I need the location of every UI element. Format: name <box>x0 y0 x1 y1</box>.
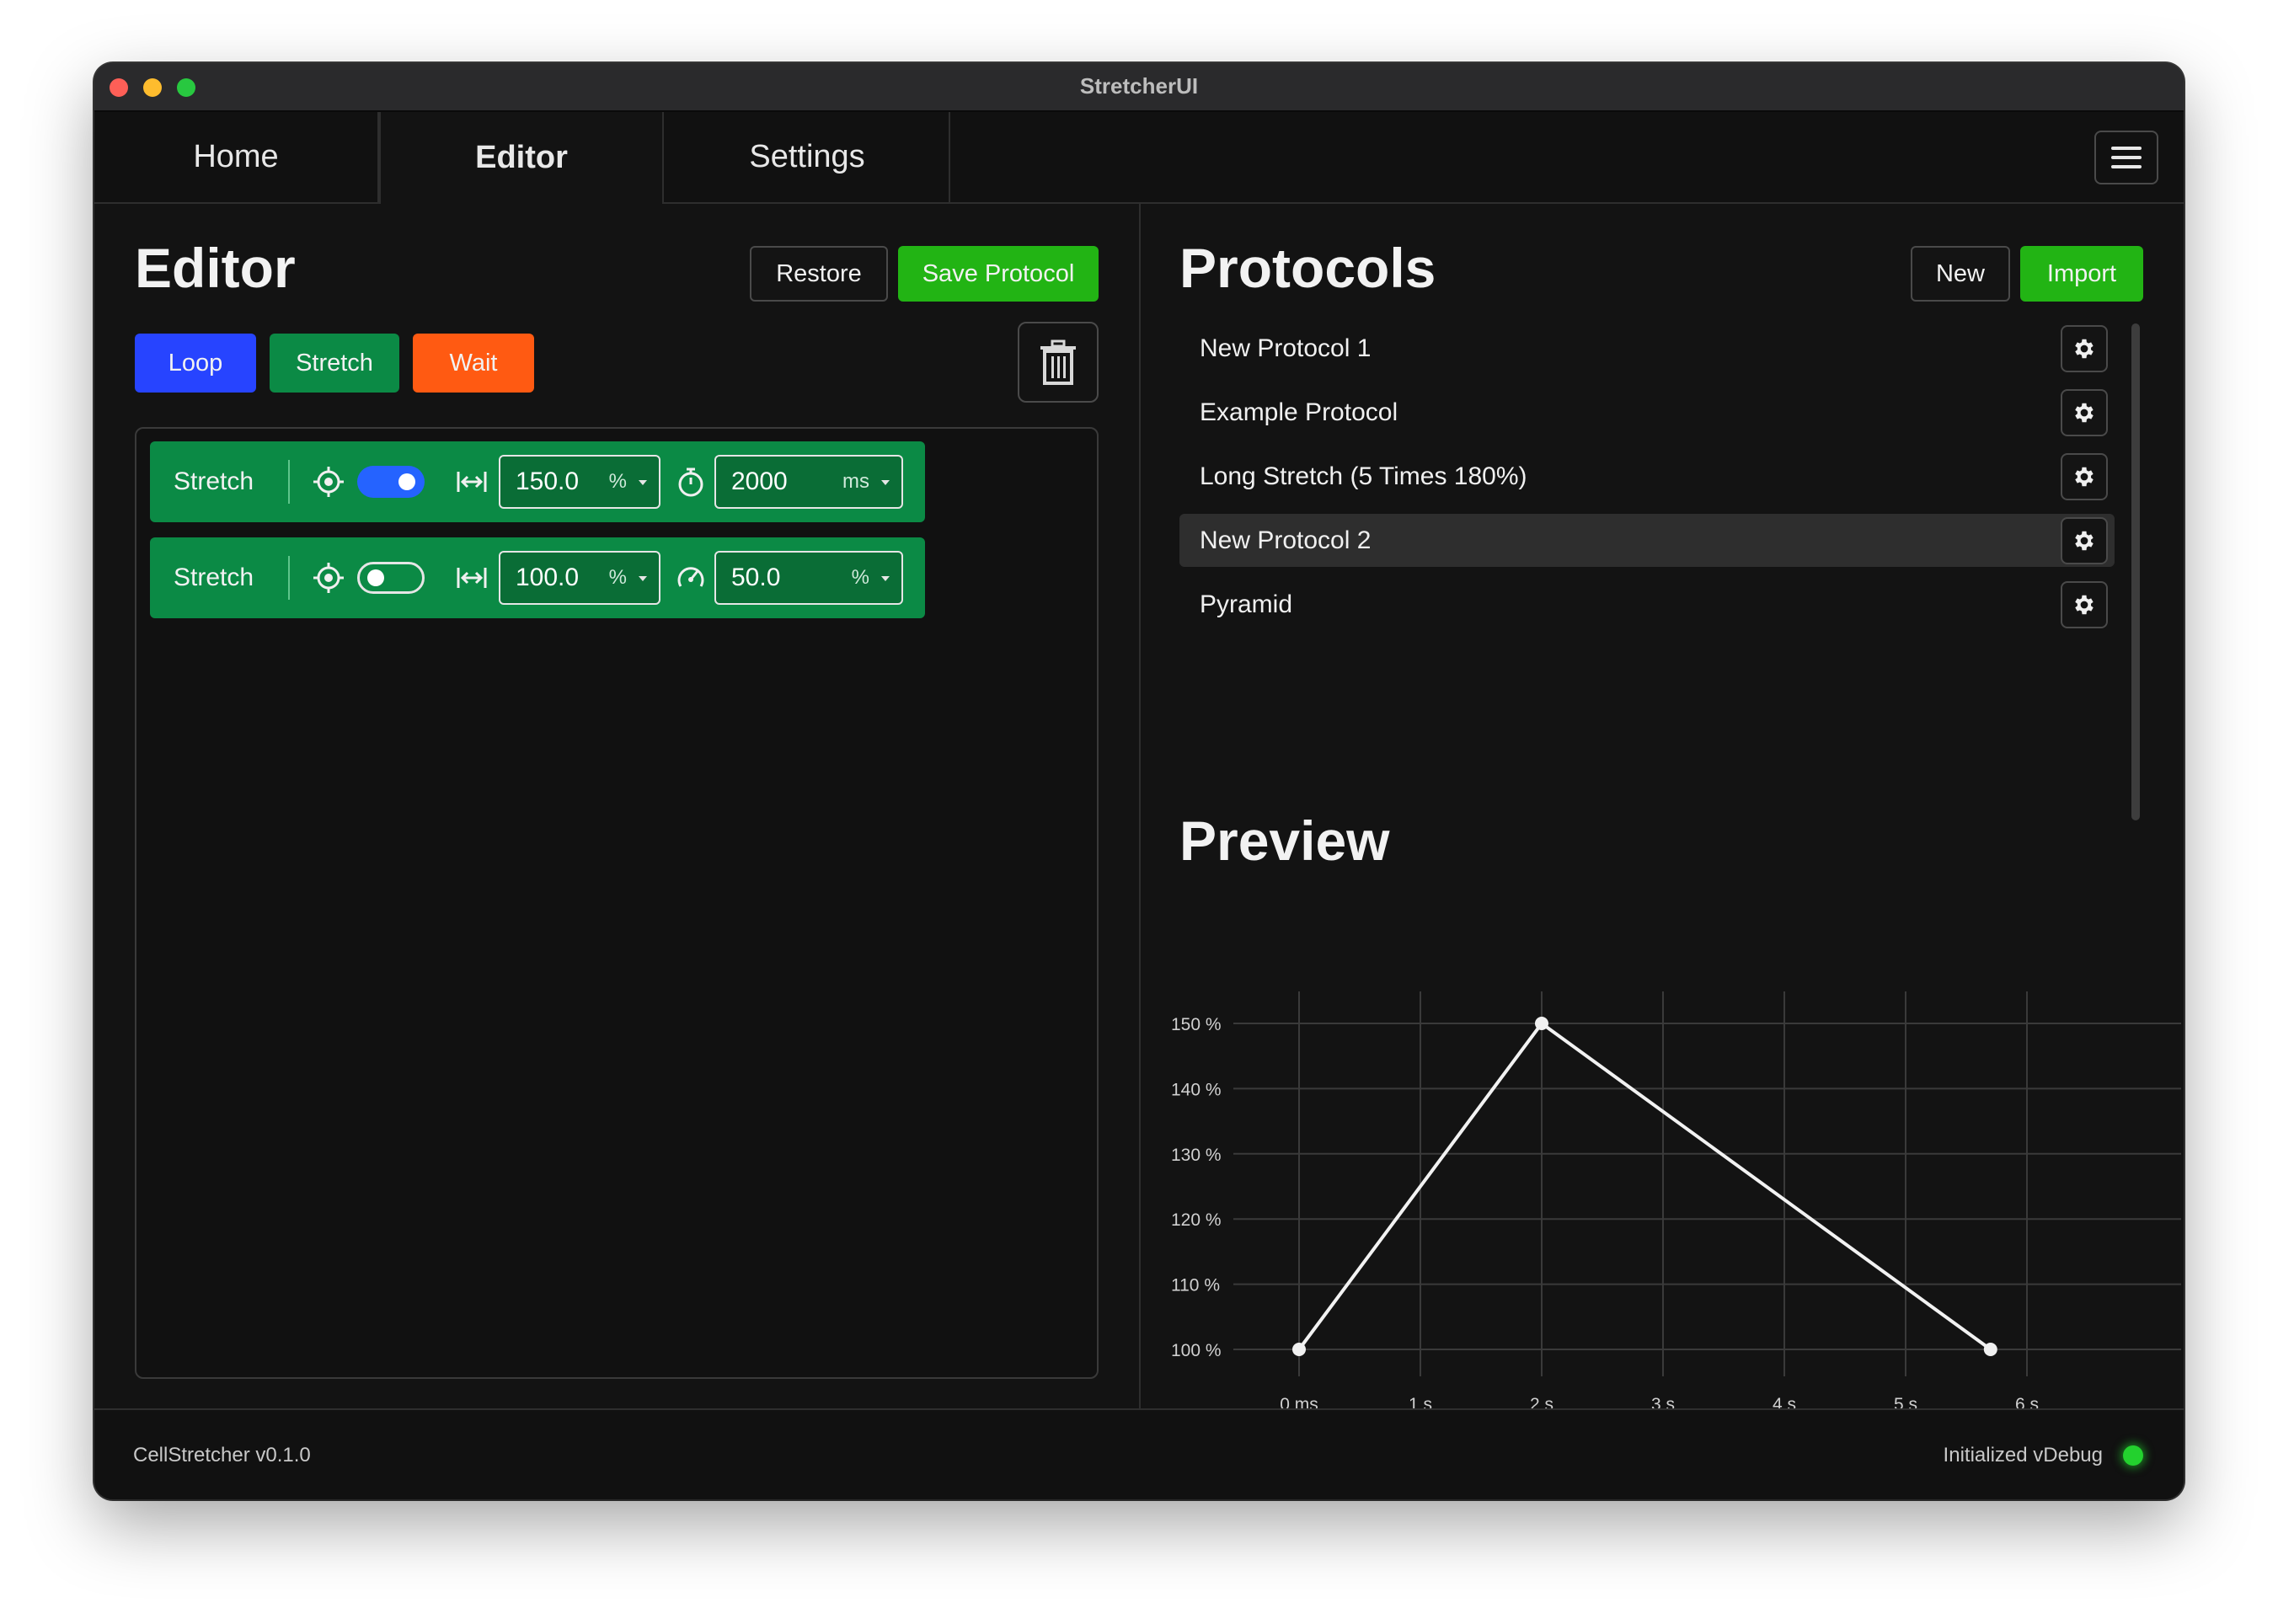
add-stretch-button[interactable]: Stretch <box>270 334 399 393</box>
protocols-pane: Protocols New Import New Protocol 1 Examp… <box>1141 204 2184 1408</box>
restore-button[interactable]: Restore <box>750 246 888 302</box>
step-enable-toggle[interactable] <box>357 562 425 594</box>
stretch-amount-input[interactable]: 100.0 % <box>499 551 660 605</box>
chevron-down-icon[interactable] <box>639 576 647 581</box>
x-tick-label: 3 s <box>1651 1395 1675 1408</box>
add-loop-button[interactable]: Loop <box>135 334 256 393</box>
stretch-width-icon <box>457 568 487 588</box>
data-point <box>1292 1343 1306 1356</box>
chevron-down-icon[interactable] <box>881 576 890 581</box>
step-enable-toggle[interactable] <box>357 466 425 498</box>
y-tick-label: 130 % <box>1171 1146 1222 1165</box>
stretch-step[interactable]: Stretch <box>150 537 925 618</box>
x-tick-label: 2 s <box>1530 1395 1553 1408</box>
x-tick-label: 5 s <box>1894 1395 1917 1408</box>
status-bar: CellStretcher v0.1.0 Initialized vDebug <box>94 1408 2184 1499</box>
y-tick-label: 120 % <box>1171 1210 1222 1230</box>
window-title: StretcherUI <box>1079 73 1199 99</box>
x-tick-label: 0 ms <box>1280 1395 1318 1408</box>
hamburger-icon <box>2111 147 2142 150</box>
app-window: StretcherUI Home Editor Settings Editor … <box>94 63 2184 1499</box>
crosshair-icon <box>313 467 344 497</box>
step-type-label: Stretch <box>174 467 254 495</box>
y-tick-label: 140 % <box>1171 1080 1222 1099</box>
connection-status-indicator <box>2123 1445 2143 1466</box>
crosshair-icon <box>313 563 344 593</box>
add-wait-button[interactable]: Wait <box>413 334 534 393</box>
tab-home[interactable]: Home <box>94 112 379 202</box>
stretch-step[interactable]: Stretch <box>150 441 925 522</box>
speed-input[interactable]: 50.0 % <box>714 551 903 605</box>
chevron-down-icon[interactable] <box>881 480 890 485</box>
version-label: CellStretcher v0.1.0 <box>133 1444 311 1466</box>
status-message: Initialized vDebug <box>1943 1444 2103 1466</box>
y-tick-label: 100 % <box>1171 1341 1222 1360</box>
x-tick-label: 1 s <box>1409 1395 1432 1408</box>
duration-input[interactable]: 2000 ms <box>714 455 903 509</box>
speed-gauge-icon <box>677 567 704 587</box>
stretch-amount-input[interactable]: 150.0 % <box>499 455 660 509</box>
delete-step-button[interactable] <box>1018 322 1099 403</box>
tab-bar: Home Editor Settings <box>94 112 2184 204</box>
data-point <box>1983 1343 1997 1356</box>
editor-pane: Editor Restore Save Protocol Loop Stretc… <box>94 204 1139 1408</box>
hamburger-menu-button[interactable] <box>2094 131 2158 184</box>
stretch-width-icon <box>457 472 487 492</box>
save-protocol-button[interactable]: Save Protocol <box>898 246 1099 302</box>
editor-title: Editor <box>135 237 296 299</box>
tab-settings[interactable]: Settings <box>666 112 950 202</box>
step-list: Stretch 150.0 % 2000 ms Stretch 100.0 % … <box>135 427 1099 1379</box>
step-type-label: Stretch <box>174 564 254 591</box>
y-tick-label: 150 % <box>1171 1015 1222 1034</box>
y-tick-label: 110 % <box>1171 1276 1220 1295</box>
preview-chart: 100 % 110 % 120 % 130 % 140 % 150 % 0 ms 1 s 2 s… <box>1171 991 2181 1408</box>
data-point <box>1535 1017 1548 1030</box>
tab-editor[interactable]: Editor <box>379 112 664 204</box>
chevron-down-icon[interactable] <box>639 480 647 485</box>
trash-icon <box>1040 339 1076 385</box>
title-bar: StretcherUI <box>94 63 2184 112</box>
series-line <box>1297 1021 1992 1351</box>
stopwatch-icon <box>678 467 703 497</box>
x-tick-label: 4 s <box>1773 1395 1796 1408</box>
x-tick-label: 6 s <box>2015 1395 2039 1408</box>
